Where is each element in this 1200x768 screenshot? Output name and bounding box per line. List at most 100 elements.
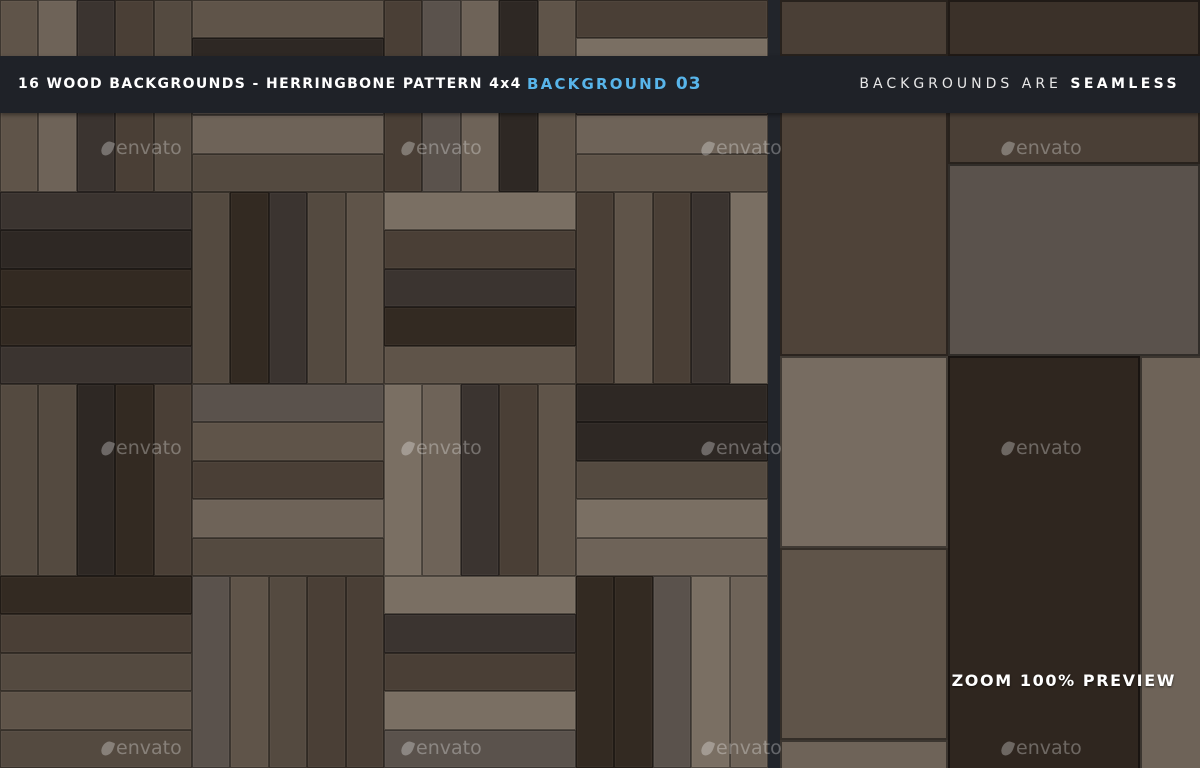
envato-watermark: envato [999, 737, 1082, 759]
envato-watermark: envato [399, 437, 482, 459]
wood-plank [0, 268, 192, 308]
envato-watermark: envato [699, 737, 782, 759]
zoomed-wood-plank [948, 164, 1200, 356]
watermark-text: envato [716, 137, 782, 159]
wood-plank [0, 230, 192, 269]
wood-plank [115, 384, 154, 576]
wood-plank [691, 192, 730, 384]
wood-plank [384, 230, 576, 269]
background-number: 03 [675, 74, 702, 94]
wood-plank [230, 192, 269, 384]
envato-watermark: envato [99, 737, 182, 759]
wood-plank [652, 192, 692, 384]
wood-plank [729, 192, 768, 384]
envato-watermark: envato [399, 737, 482, 759]
wood-plank [345, 576, 384, 768]
watermark-text: envato [1016, 137, 1082, 159]
zoomed-wood-plank [948, 0, 1200, 56]
envato-watermark: envato [999, 137, 1082, 159]
envato-leaf-icon [399, 439, 416, 458]
envato-leaf-icon [99, 739, 116, 758]
background-number-label: BACKGROUND 03 [527, 56, 702, 113]
envato-leaf-icon [399, 139, 416, 158]
envato-watermark: envato [699, 437, 782, 459]
wood-plank [576, 460, 768, 500]
wood-plank [576, 576, 615, 768]
wood-plank [384, 614, 576, 653]
wood-plank [268, 576, 308, 768]
wood-plank [384, 652, 576, 692]
wood-plank [384, 345, 576, 384]
wood-plank [422, 384, 461, 576]
seamless-prefix: BACKGROUNDS ARE [859, 76, 1062, 92]
wood-plank [192, 576, 231, 768]
wood-plank [192, 460, 384, 500]
watermark-text: envato [416, 737, 482, 759]
wood-plank [38, 384, 77, 576]
watermark-text: envato [116, 737, 182, 759]
zoomed-wood-plank [780, 548, 948, 740]
panel-divider [768, 0, 780, 768]
envato-leaf-icon [699, 739, 716, 758]
pattern-preview [0, 0, 768, 768]
wood-plank [0, 576, 192, 615]
wood-plank [576, 192, 615, 384]
envato-watermark: envato [99, 137, 182, 159]
wood-plank [384, 384, 423, 576]
wood-plank [576, 537, 768, 576]
watermark-text: envato [416, 137, 482, 159]
envato-watermark: envato [699, 137, 782, 159]
zoomed-wood-plank [948, 356, 1140, 768]
wood-plank [576, 153, 768, 192]
wood-plank [384, 192, 576, 231]
wood-plank [537, 384, 576, 576]
wood-plank [384, 576, 576, 615]
wood-plank [384, 307, 576, 346]
wood-plank [307, 192, 346, 384]
envato-leaf-icon [99, 139, 116, 158]
wood-plank [192, 153, 384, 192]
wood-plank [307, 576, 346, 768]
envato-watermark: envato [999, 437, 1082, 459]
wood-plank [460, 384, 500, 576]
wood-plank [230, 576, 269, 768]
wood-plank [0, 614, 192, 653]
watermark-text: envato [116, 137, 182, 159]
watermark-text: envato [116, 437, 182, 459]
watermark-text: envato [1016, 737, 1082, 759]
envato-watermark: envato [99, 437, 182, 459]
wood-plank [576, 0, 768, 39]
header-bar: 16 WOOD BACKGROUNDS - HERRINGBONE PATTER… [0, 56, 1200, 113]
watermark-text: envato [716, 737, 782, 759]
wood-plank [192, 115, 384, 154]
envato-leaf-icon [399, 739, 416, 758]
wood-plank [576, 384, 768, 423]
wood-plank [0, 691, 192, 730]
wood-plank [614, 192, 653, 384]
wood-plank [652, 576, 692, 768]
envato-leaf-icon [699, 439, 716, 458]
background-label: BACKGROUND [527, 75, 669, 93]
wood-plank [0, 192, 192, 231]
envato-leaf-icon [999, 139, 1016, 158]
wood-plank [0, 307, 192, 346]
wood-plank [499, 384, 538, 576]
wood-plank [192, 192, 231, 384]
wood-plank [384, 268, 576, 308]
wood-plank [384, 691, 576, 730]
zoom-label: ZOOM 100% PREVIEW [951, 671, 1176, 690]
envato-leaf-icon [699, 139, 716, 158]
zoomed-wood-plank [780, 0, 948, 56]
watermark-text: envato [1016, 437, 1082, 459]
wood-plank [0, 384, 39, 576]
watermark-text: envato [716, 437, 782, 459]
zoomed-wood-plank [780, 356, 948, 548]
zoomed-wood-plank [780, 740, 948, 768]
wood-plank [192, 422, 384, 461]
wood-plank [0, 652, 192, 692]
envato-leaf-icon [999, 439, 1016, 458]
wood-plank [153, 384, 192, 576]
wood-plank [76, 384, 116, 576]
wood-plank [0, 345, 192, 384]
zoomed-wood-plank [1140, 356, 1200, 768]
